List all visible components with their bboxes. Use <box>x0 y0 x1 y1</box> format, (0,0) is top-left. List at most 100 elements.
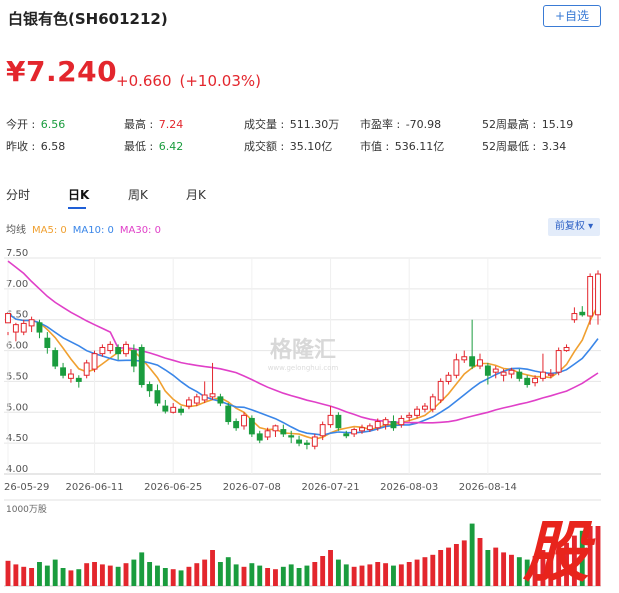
volume-bar <box>257 565 263 586</box>
candle-body <box>587 276 594 317</box>
y-tick-label: 7.50 <box>6 248 28 259</box>
candle-body <box>579 311 586 316</box>
volume-bar <box>5 560 11 586</box>
volume-bar <box>273 569 278 586</box>
brand-logo-icon: 股 <box>522 514 596 591</box>
candle-body <box>138 346 145 386</box>
candle-body <box>477 359 483 367</box>
volume-bar <box>162 568 168 586</box>
candle-body <box>123 343 129 355</box>
volume-bar <box>328 550 333 586</box>
volume-bar <box>280 566 286 586</box>
candle-body <box>75 377 82 382</box>
candle-body <box>52 350 59 367</box>
candle-body <box>484 365 491 376</box>
candle-body <box>319 424 326 437</box>
volume-bar <box>155 565 160 586</box>
volume-bar <box>351 566 357 586</box>
candle-body <box>170 406 177 413</box>
candle-body <box>20 322 27 333</box>
candle-body <box>374 421 381 429</box>
x-tick-label: 2026-06-11 <box>65 482 123 493</box>
volume-bar <box>60 568 66 586</box>
volume-bar <box>265 568 271 586</box>
candle-body <box>60 367 67 376</box>
volume-bar <box>509 554 514 586</box>
volume-bar <box>461 540 467 586</box>
volume-bar <box>68 570 74 586</box>
volume-bar <box>241 566 247 586</box>
volume-bar <box>296 568 302 586</box>
candle-body <box>571 313 578 321</box>
volume-bar <box>217 562 223 586</box>
candle-body <box>12 324 19 333</box>
y-tick-label: 5.50 <box>6 371 28 382</box>
volume-bar <box>438 550 444 586</box>
volume-bar <box>123 563 129 586</box>
volume-bar <box>21 566 27 586</box>
candle-body <box>185 399 192 407</box>
volume-bar <box>44 565 50 586</box>
volume-bar <box>225 557 231 586</box>
candle-body <box>201 394 208 401</box>
candle-body <box>209 393 216 398</box>
candle-body <box>398 417 405 426</box>
candle-body <box>162 405 169 412</box>
volume-bar <box>288 564 294 586</box>
volume-bar <box>249 563 255 586</box>
candle-body <box>91 353 98 370</box>
x-tick-label: 2026-07-08 <box>223 482 281 493</box>
volume-bar <box>304 565 310 586</box>
candle-body <box>437 380 444 401</box>
volume-bar <box>501 552 507 586</box>
candle-body <box>414 408 421 416</box>
candle-body <box>256 433 263 441</box>
volume-bar <box>430 554 436 586</box>
volume-bar <box>335 559 341 586</box>
y-tick-label: 5.00 <box>6 402 28 413</box>
candle-body <box>382 419 389 426</box>
candle-body <box>327 414 334 426</box>
candle-body <box>539 371 546 379</box>
volume-bar <box>131 559 137 586</box>
volume-bar <box>359 565 365 586</box>
volume-bar <box>186 566 192 586</box>
candle-body <box>296 439 303 444</box>
volume-bar <box>210 550 215 586</box>
candle-body <box>508 369 515 375</box>
candle-body <box>516 371 523 379</box>
candle-body <box>469 356 476 367</box>
candle-body <box>453 359 460 376</box>
candle-body <box>225 405 232 423</box>
candle-body <box>445 374 452 382</box>
y-tick-label: 6.00 <box>6 341 28 352</box>
candle-body <box>115 346 122 355</box>
candle-body <box>532 377 539 384</box>
volume-bar <box>92 562 97 586</box>
candle-body <box>461 356 468 361</box>
candle-body <box>146 384 153 392</box>
volume-bar <box>147 562 153 586</box>
candle-body <box>264 430 271 438</box>
volume-bar <box>170 569 176 586</box>
volume-bar <box>414 559 420 586</box>
candle-body <box>351 429 358 435</box>
volume-bar <box>52 559 58 586</box>
candle-body <box>563 346 570 352</box>
candle-body <box>178 408 185 413</box>
candle-body <box>390 421 397 429</box>
candle-body <box>524 377 531 386</box>
candle-body <box>28 319 35 327</box>
x-tick-label: 2026-06-25 <box>144 482 202 493</box>
volume-bar <box>312 562 318 586</box>
candle-body <box>272 425 279 432</box>
volume-bar <box>453 544 459 586</box>
volume-axis-label: 1000万股 <box>6 505 47 515</box>
volume-bar <box>29 568 35 586</box>
kline-chart: 7.507.006.506.005.505.004.504.0026-05-29… <box>4 248 601 591</box>
volume-bar <box>469 523 475 586</box>
candle-body <box>303 442 310 445</box>
candle-body <box>429 396 436 410</box>
candle-body <box>280 429 287 435</box>
candle-body <box>217 396 224 404</box>
